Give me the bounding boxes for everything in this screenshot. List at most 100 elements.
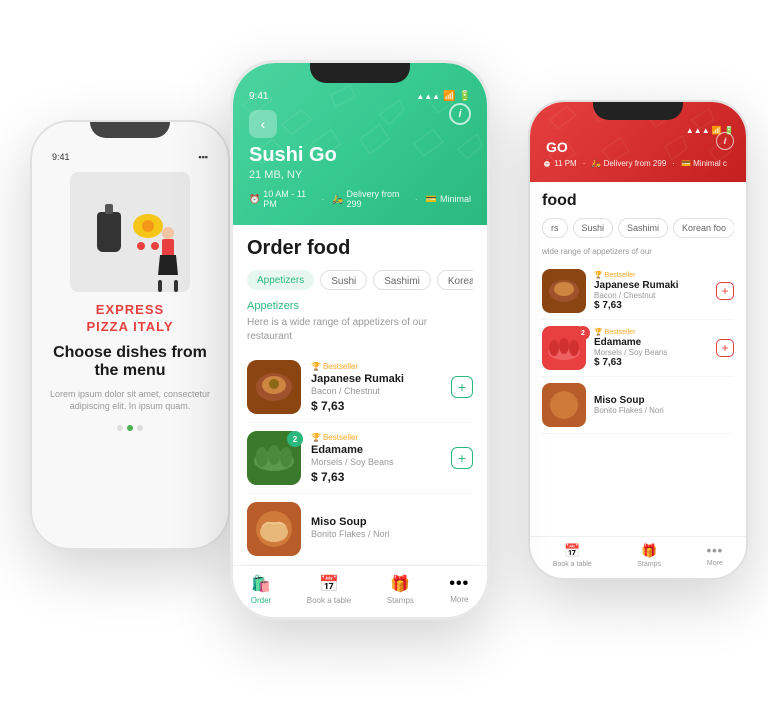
right-phone-notch	[593, 102, 683, 120]
right-food-info-rumaki: 🏆 Bestseller Japanese Rumaki Bacon / Che…	[594, 271, 708, 311]
right-tab-korean[interactable]: Korean foo	[673, 218, 734, 238]
right-info-icon[interactable]: i	[716, 132, 734, 150]
right-bottom-navigation: 📅 Book a table 🎁 Stamps ••• More	[530, 536, 746, 578]
nav-stamps[interactable]: 🎁 Stamps	[387, 574, 414, 605]
food-img-rumaki	[247, 360, 301, 414]
food-desc-edamame: Morsels / Soy Beans	[311, 457, 441, 467]
info-icon[interactable]: i	[449, 103, 471, 125]
right-food-img-rumaki	[542, 269, 586, 313]
figure-head	[162, 227, 174, 239]
food-item-edamame: 2 🏆 Bestseller Edamame Morsels / Soy Bea…	[247, 423, 473, 494]
left-phone-notch	[90, 122, 170, 138]
left-time: 9:41	[52, 152, 70, 162]
stamps-nav-icon: 🎁	[390, 574, 410, 594]
right-order-title: food	[542, 192, 734, 210]
right-book-table-label: Book a table	[553, 561, 592, 568]
right-nav-more[interactable]: ••• More	[707, 543, 724, 568]
left-status-bar: 9:41 ▪▪▪	[48, 152, 212, 162]
add-edamame-button[interactable]: +	[451, 447, 473, 469]
right-more-label: More	[707, 560, 723, 567]
book-table-nav-icon: 📅	[319, 574, 339, 594]
right-phone-screen: ▲▲▲ 📶 🔋 GO i ⏰ 11 PM · 🛵 Delivery from 2…	[530, 102, 746, 578]
food-item-miso: Miso Soup Bonito Flakes / Nori	[247, 494, 473, 565]
right-food-name-rumaki: Japanese Rumaki	[594, 280, 708, 291]
order-nav-icon: 🛍️	[251, 574, 271, 594]
figure-leg-r	[174, 280, 178, 292]
bestseller-badge-edamame: 🏆 Bestseller	[311, 433, 441, 442]
left-heading: Choose dishes from the menu	[48, 344, 212, 380]
food-img-miso	[247, 502, 301, 556]
right-nav-book-table[interactable]: 📅 Book a table	[553, 543, 592, 568]
right-food-info-edamame: 🏆 Bestseller Edamame Morsels / Soy Beans…	[594, 328, 708, 368]
section-label: Appetizers	[247, 300, 473, 312]
right-food-price-rumaki: $ 7,63	[594, 300, 708, 311]
food-info-rumaki: 🏆 Bestseller Japanese Rumaki Bacon / Che…	[311, 362, 441, 413]
left-phone-screen: 9:41 ▪▪▪	[32, 122, 228, 548]
right-content: food rs Sushi Sashimi Korean foo wide ra…	[530, 182, 746, 536]
food-name-miso: Miso Soup	[311, 516, 473, 528]
food-item-rumaki: 🏆 Bestseller Japanese Rumaki Bacon / Che…	[247, 352, 473, 423]
dot-active	[127, 425, 133, 431]
right-tab-rs[interactable]: rs	[542, 218, 568, 238]
section-description: Here is a wide range of appetizers of ou…	[247, 316, 473, 344]
food-price-edamame: $ 7,63	[311, 470, 441, 484]
add-rumaki-button[interactable]: +	[451, 376, 473, 398]
left-signal: ▪▪▪	[198, 152, 208, 162]
nav-more[interactable]: ••• More	[449, 575, 469, 604]
dot-inactive-1	[117, 425, 123, 431]
item-badge-edamame: 2	[287, 431, 303, 447]
tab-korean[interactable]: Korean fo..	[437, 270, 473, 290]
right-nav-stamps[interactable]: 🎁 Stamps	[637, 543, 661, 568]
right-bestseller-edamame: 🏆 Bestseller	[594, 328, 708, 336]
right-tab-sushi[interactable]: Sushi	[573, 218, 614, 238]
food-price-rumaki: $ 7,63	[311, 399, 441, 413]
tab-appetizers[interactable]: Appetizers	[247, 270, 314, 290]
category-tabs: Appetizers Sushi Sashimi Korean fo..	[247, 270, 473, 290]
bottom-navigation: 🛍️ Order 📅 Book a table 🎁 Stamps ••• Mor…	[233, 565, 487, 617]
center-header: 9:41 ▲▲▲ 📶 🔋 ‹ Sushi Go 21 MB, NY i ⏰ 10…	[233, 63, 487, 225]
figure-leg-l	[158, 280, 162, 292]
right-book-table-icon: 📅	[564, 543, 580, 559]
right-food-name-edamame: Edamame	[594, 337, 708, 348]
right-food-img-miso	[542, 383, 586, 427]
right-food-desc-edamame: Morsels / Soy Beans	[594, 348, 708, 357]
right-category-tabs: rs Sushi Sashimi Korean foo	[542, 218, 734, 238]
food-desc-rumaki: Bacon / Chestnut	[311, 386, 441, 396]
center-phone: 9:41 ▲▲▲ 📶 🔋 ‹ Sushi Go 21 MB, NY i ⏰ 10…	[230, 60, 490, 620]
right-item-badge-edamame: 2	[576, 326, 590, 340]
right-section-desc: wide range of appetizers of our	[542, 246, 734, 257]
tab-sashimi[interactable]: Sashimi	[373, 270, 431, 290]
more-nav-icon: •••	[449, 575, 469, 593]
right-food-item-miso: Miso Soup Bonito Flakes / Nori	[542, 377, 734, 434]
bestseller-badge-rumaki: 🏆 Bestseller	[311, 362, 441, 371]
right-stamps-icon: 🎁	[641, 543, 657, 559]
order-nav-label: Order	[251, 596, 271, 605]
right-stamps-label: Stamps	[637, 561, 661, 568]
center-content: Order food Appetizers Sushi Sashimi Kore…	[233, 225, 487, 565]
book-table-nav-label: Book a table	[307, 596, 351, 605]
right-food-item-rumaki: 🏆 Bestseller Japanese Rumaki Bacon / Che…	[542, 263, 734, 320]
stamps-nav-label: Stamps	[387, 596, 414, 605]
center-phone-notch	[310, 63, 410, 83]
order-food-title: Order food	[247, 237, 473, 260]
food-info-miso: Miso Soup Bonito Flakes / Nori	[311, 516, 473, 542]
header-pattern	[233, 63, 487, 225]
right-food-name-miso: Miso Soup	[594, 395, 734, 406]
right-bestseller-rumaki: 🏆 Bestseller	[594, 271, 708, 279]
center-phone-screen: 9:41 ▲▲▲ 📶 🔋 ‹ Sushi Go 21 MB, NY i ⏰ 10…	[233, 63, 487, 617]
right-tab-sashimi[interactable]: Sashimi	[618, 218, 668, 238]
more-nav-label: More	[450, 595, 468, 604]
right-add-rumaki-button[interactable]: +	[716, 282, 734, 300]
tab-sushi[interactable]: Sushi	[320, 270, 367, 290]
left-brand: EXPRESS PIZZA ITALY	[86, 302, 173, 336]
right-food-desc-rumaki: Bacon / Chestnut	[594, 291, 708, 300]
dot-inactive-2	[137, 425, 143, 431]
right-add-edamame-button[interactable]: +	[716, 339, 734, 357]
nav-order[interactable]: 🛍️ Order	[251, 574, 271, 605]
food-info-edamame: 🏆 Bestseller Edamame Morsels / Soy Beans…	[311, 433, 441, 484]
right-phone: ▲▲▲ 📶 🔋 GO i ⏰ 11 PM · 🛵 Delivery from 2…	[528, 100, 748, 580]
right-food-price-edamame: $ 7,63	[594, 357, 708, 368]
bottle-icon	[97, 212, 121, 252]
nav-book-table[interactable]: 📅 Book a table	[307, 574, 351, 605]
right-food-desc-miso: Bonito Flakes / Nori	[594, 406, 734, 415]
